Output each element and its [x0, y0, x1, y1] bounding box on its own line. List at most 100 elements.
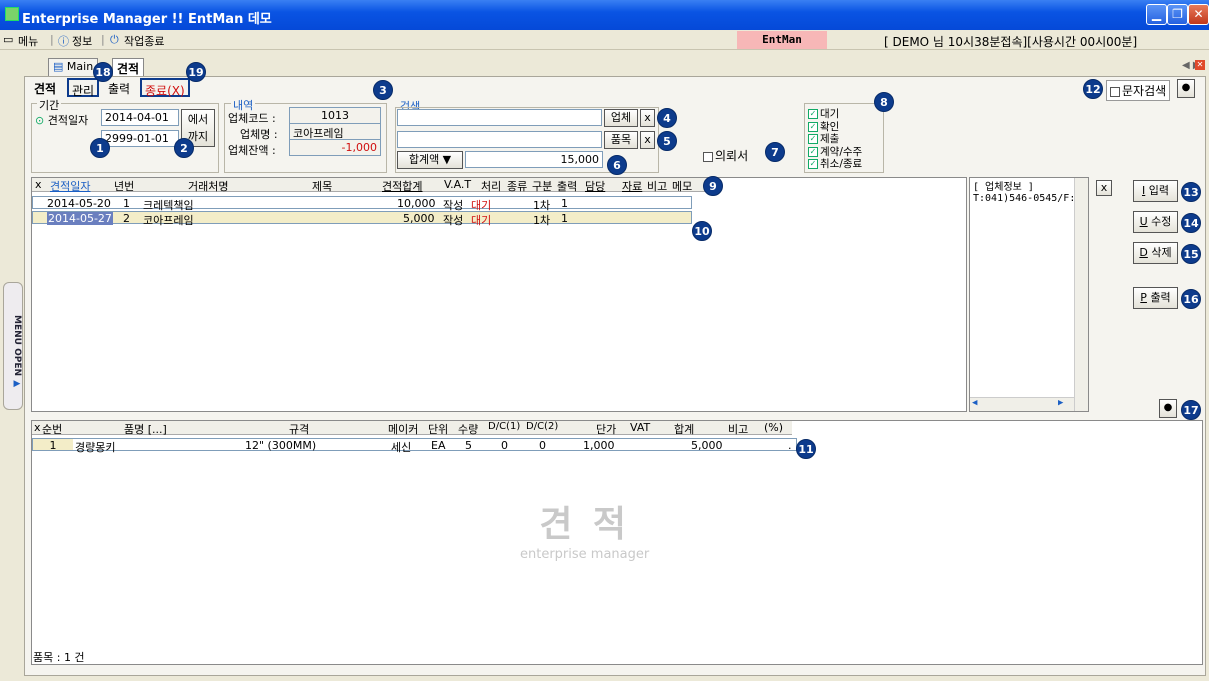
callout-badge: 11 — [796, 439, 816, 459]
print-button[interactable]: P 출력 — [1133, 287, 1178, 309]
tab-close-icon[interactable]: ✕ — [1195, 60, 1205, 70]
menu-icon: ▭ — [3, 33, 14, 46]
grid-header-total[interactable]: 견적합계 — [382, 178, 422, 193]
grid-header-memo[interactable]: 메모 — [672, 178, 692, 193]
title-bar: Enterprise Manager !! EntMan 데모 ▁ ❐ ✕ — [0, 0, 1209, 30]
period-legend: 기간 — [37, 97, 62, 113]
vendor-name-field: 코아프레임 — [289, 123, 381, 140]
grid-header-date[interactable]: 견적일자 — [50, 178, 90, 193]
callout-badge: 10 — [692, 221, 712, 241]
grid-header-kind[interactable]: 종류 — [507, 178, 527, 193]
minimize-button[interactable]: ▁ — [1146, 4, 1167, 25]
delete-button[interactable]: D 삭제 — [1133, 242, 1178, 264]
status-filter-cancel[interactable]: ✓ 취소/종료 — [808, 158, 862, 171]
subtab-print[interactable]: 출력 — [105, 78, 133, 97]
item-header-pct[interactable]: (%) — [764, 421, 783, 435]
grid-header-output[interactable]: 출력 — [557, 178, 577, 193]
menu-item-menu[interactable]: 메뉴 — [18, 33, 38, 49]
status-filter-list: ✓ 대기 ✓ 확인 ✓ 제출 ✓ 계약/수주 ✓ 취소/종료 — [808, 108, 862, 171]
item-header-dc1[interactable]: D/C(1) — [488, 421, 520, 435]
period-radio[interactable]: ⊙ 견적일자 — [35, 112, 88, 128]
date-to-input[interactable] — [101, 130, 179, 147]
menu-item-info[interactable]: 정보 — [72, 33, 92, 49]
horizontal-scrollbar[interactable]: ◀ ▶ — [970, 397, 1074, 411]
callout-badge: 9 — [703, 176, 723, 196]
callout-badge: 7 — [765, 142, 785, 162]
item-header-unit[interactable]: 단위 — [428, 421, 448, 436]
grid-header-client[interactable]: 거래처명 — [188, 178, 228, 193]
grid-header-note[interactable]: 비고 — [647, 178, 667, 193]
status-filter-waiting[interactable]: ✓ 대기 — [808, 108, 862, 121]
callout-badge: 3 — [373, 80, 393, 100]
callout-badge: 6 — [607, 155, 627, 175]
item-header-vat[interactable]: VAT — [630, 421, 650, 435]
options-top-button[interactable]: ● — [1177, 79, 1195, 98]
item-header-maker[interactable]: 메이커 — [388, 421, 418, 436]
input-button[interactable]: I 입력 — [1133, 180, 1178, 202]
status-filter-confirm[interactable]: ✓ 확인 — [808, 121, 862, 134]
item-header-x[interactable]: x — [34, 421, 41, 435]
info-icon: ⓘ — [58, 35, 69, 48]
edit-button[interactable]: U 수정 — [1133, 211, 1178, 233]
grid-header-x[interactable]: x — [35, 178, 42, 192]
item-header-spec[interactable]: 규격 — [289, 421, 309, 436]
table-row[interactable]: 2014-05-20 1 크레텍책임 10,000 작성 대기 1차 1 — [32, 196, 692, 212]
maximize-button[interactable]: ❐ — [1167, 4, 1188, 25]
vendor-search-input[interactable] — [397, 109, 602, 126]
tab-estimate[interactable]: 견적 — [112, 58, 145, 76]
text-search-checkbox[interactable]: 문자검색 — [1106, 80, 1171, 101]
status-filter-submitted[interactable]: ✓ 제출 — [808, 133, 862, 146]
scroll-left-icon[interactable]: ◀ — [972, 398, 977, 408]
item-header-price[interactable]: 단가 — [596, 421, 616, 436]
callout-badge: 5 — [657, 131, 677, 151]
total-amount-dropdown[interactable]: 합계액 ▼ — [397, 151, 463, 169]
menu-open-toggle[interactable]: MENU OPEN ▶ — [3, 282, 23, 410]
grid-header-owner[interactable]: 담당 — [585, 178, 605, 193]
tab-main[interactable]: ▤ Main — [48, 58, 99, 76]
scroll-right-icon[interactable]: ▶ — [1058, 398, 1063, 408]
document-icon: ▤ — [53, 60, 64, 73]
arrow-right-icon: ▶ — [12, 379, 22, 390]
subtab-estimate[interactable]: 견적 — [31, 78, 59, 97]
vendor-clear-button[interactable]: x — [640, 109, 655, 127]
options-bottom-button[interactable]: ● — [1159, 399, 1177, 418]
close-window-button[interactable]: ✕ — [1188, 4, 1209, 25]
item-header-qty[interactable]: 수량 — [458, 421, 478, 436]
callout-badge: 8 — [874, 92, 894, 112]
item-header-dc2[interactable]: D/C(2) — [526, 421, 558, 435]
callout-badge: 14 — [1181, 213, 1201, 233]
subtab-manage[interactable]: 관리 — [67, 78, 100, 98]
grid-header-data[interactable]: 자료 — [622, 178, 642, 193]
date-from-input[interactable] — [101, 109, 179, 126]
status-filter-contract[interactable]: ✓ 계약/수주 — [808, 146, 862, 159]
grid-header-title[interactable]: 제목 — [312, 178, 332, 193]
item-header-seq[interactable]: 순번 — [42, 421, 62, 436]
user-session-info: [ DEMO 님 10시38분접속][사용시간 00시00분] — [884, 35, 1138, 49]
item-header-sum[interactable]: 합계 — [674, 421, 694, 436]
item-search-button[interactable]: 품목 — [604, 131, 638, 149]
item-count-status: 품목 : 1 건 — [33, 651, 85, 664]
grid-header-no[interactable]: 년번 — [114, 178, 134, 193]
checkbox-checked-icon: ✓ — [808, 146, 818, 157]
request-checkbox[interactable]: 의뢰서 — [703, 147, 748, 164]
estimate-grid: x 견적일자 년번 거래처명 제목 견적합계 V.A.T 처리 종류 구분 출력… — [31, 177, 967, 412]
grid-header-proc[interactable]: 처리 — [481, 178, 501, 193]
callout-badge: 18 — [93, 62, 113, 82]
vendor-info-close-button[interactable]: x — [1096, 180, 1112, 196]
table-row[interactable]: 1 경량몽키 12" (300MM) 세신 EA 5 0 0 1,000 5,0… — [32, 438, 797, 454]
item-header-note[interactable]: 비고 — [728, 421, 748, 436]
item-clear-button[interactable]: x — [640, 131, 655, 149]
menu-item-exit[interactable]: 작업종료 — [124, 33, 164, 49]
grid-header-vat[interactable]: V.A.T — [444, 178, 471, 192]
item-search-input[interactable] — [397, 131, 602, 148]
status-filter-group: ✓ 대기 ✓ 확인 ✓ 제출 ✓ 계약/수주 ✓ 취소/종료 — [804, 103, 884, 173]
callout-badge: 17 — [1181, 400, 1201, 420]
grid-header-type[interactable]: 구분 — [532, 178, 552, 193]
checkbox-checked-icon: ✓ — [808, 134, 818, 144]
vertical-scrollbar[interactable] — [1074, 178, 1088, 411]
table-row[interactable]: 2014-05-27 2 코아프레임 5,000 작성 대기 1차 1 — [32, 211, 692, 227]
vendor-search-button[interactable]: 업체 — [604, 109, 638, 127]
window-title: Enterprise Manager !! EntMan 데모 — [22, 12, 272, 27]
subtab-close[interactable]: 종료(X) — [140, 78, 190, 98]
item-header-name[interactable]: 품명 [...] — [124, 421, 167, 436]
